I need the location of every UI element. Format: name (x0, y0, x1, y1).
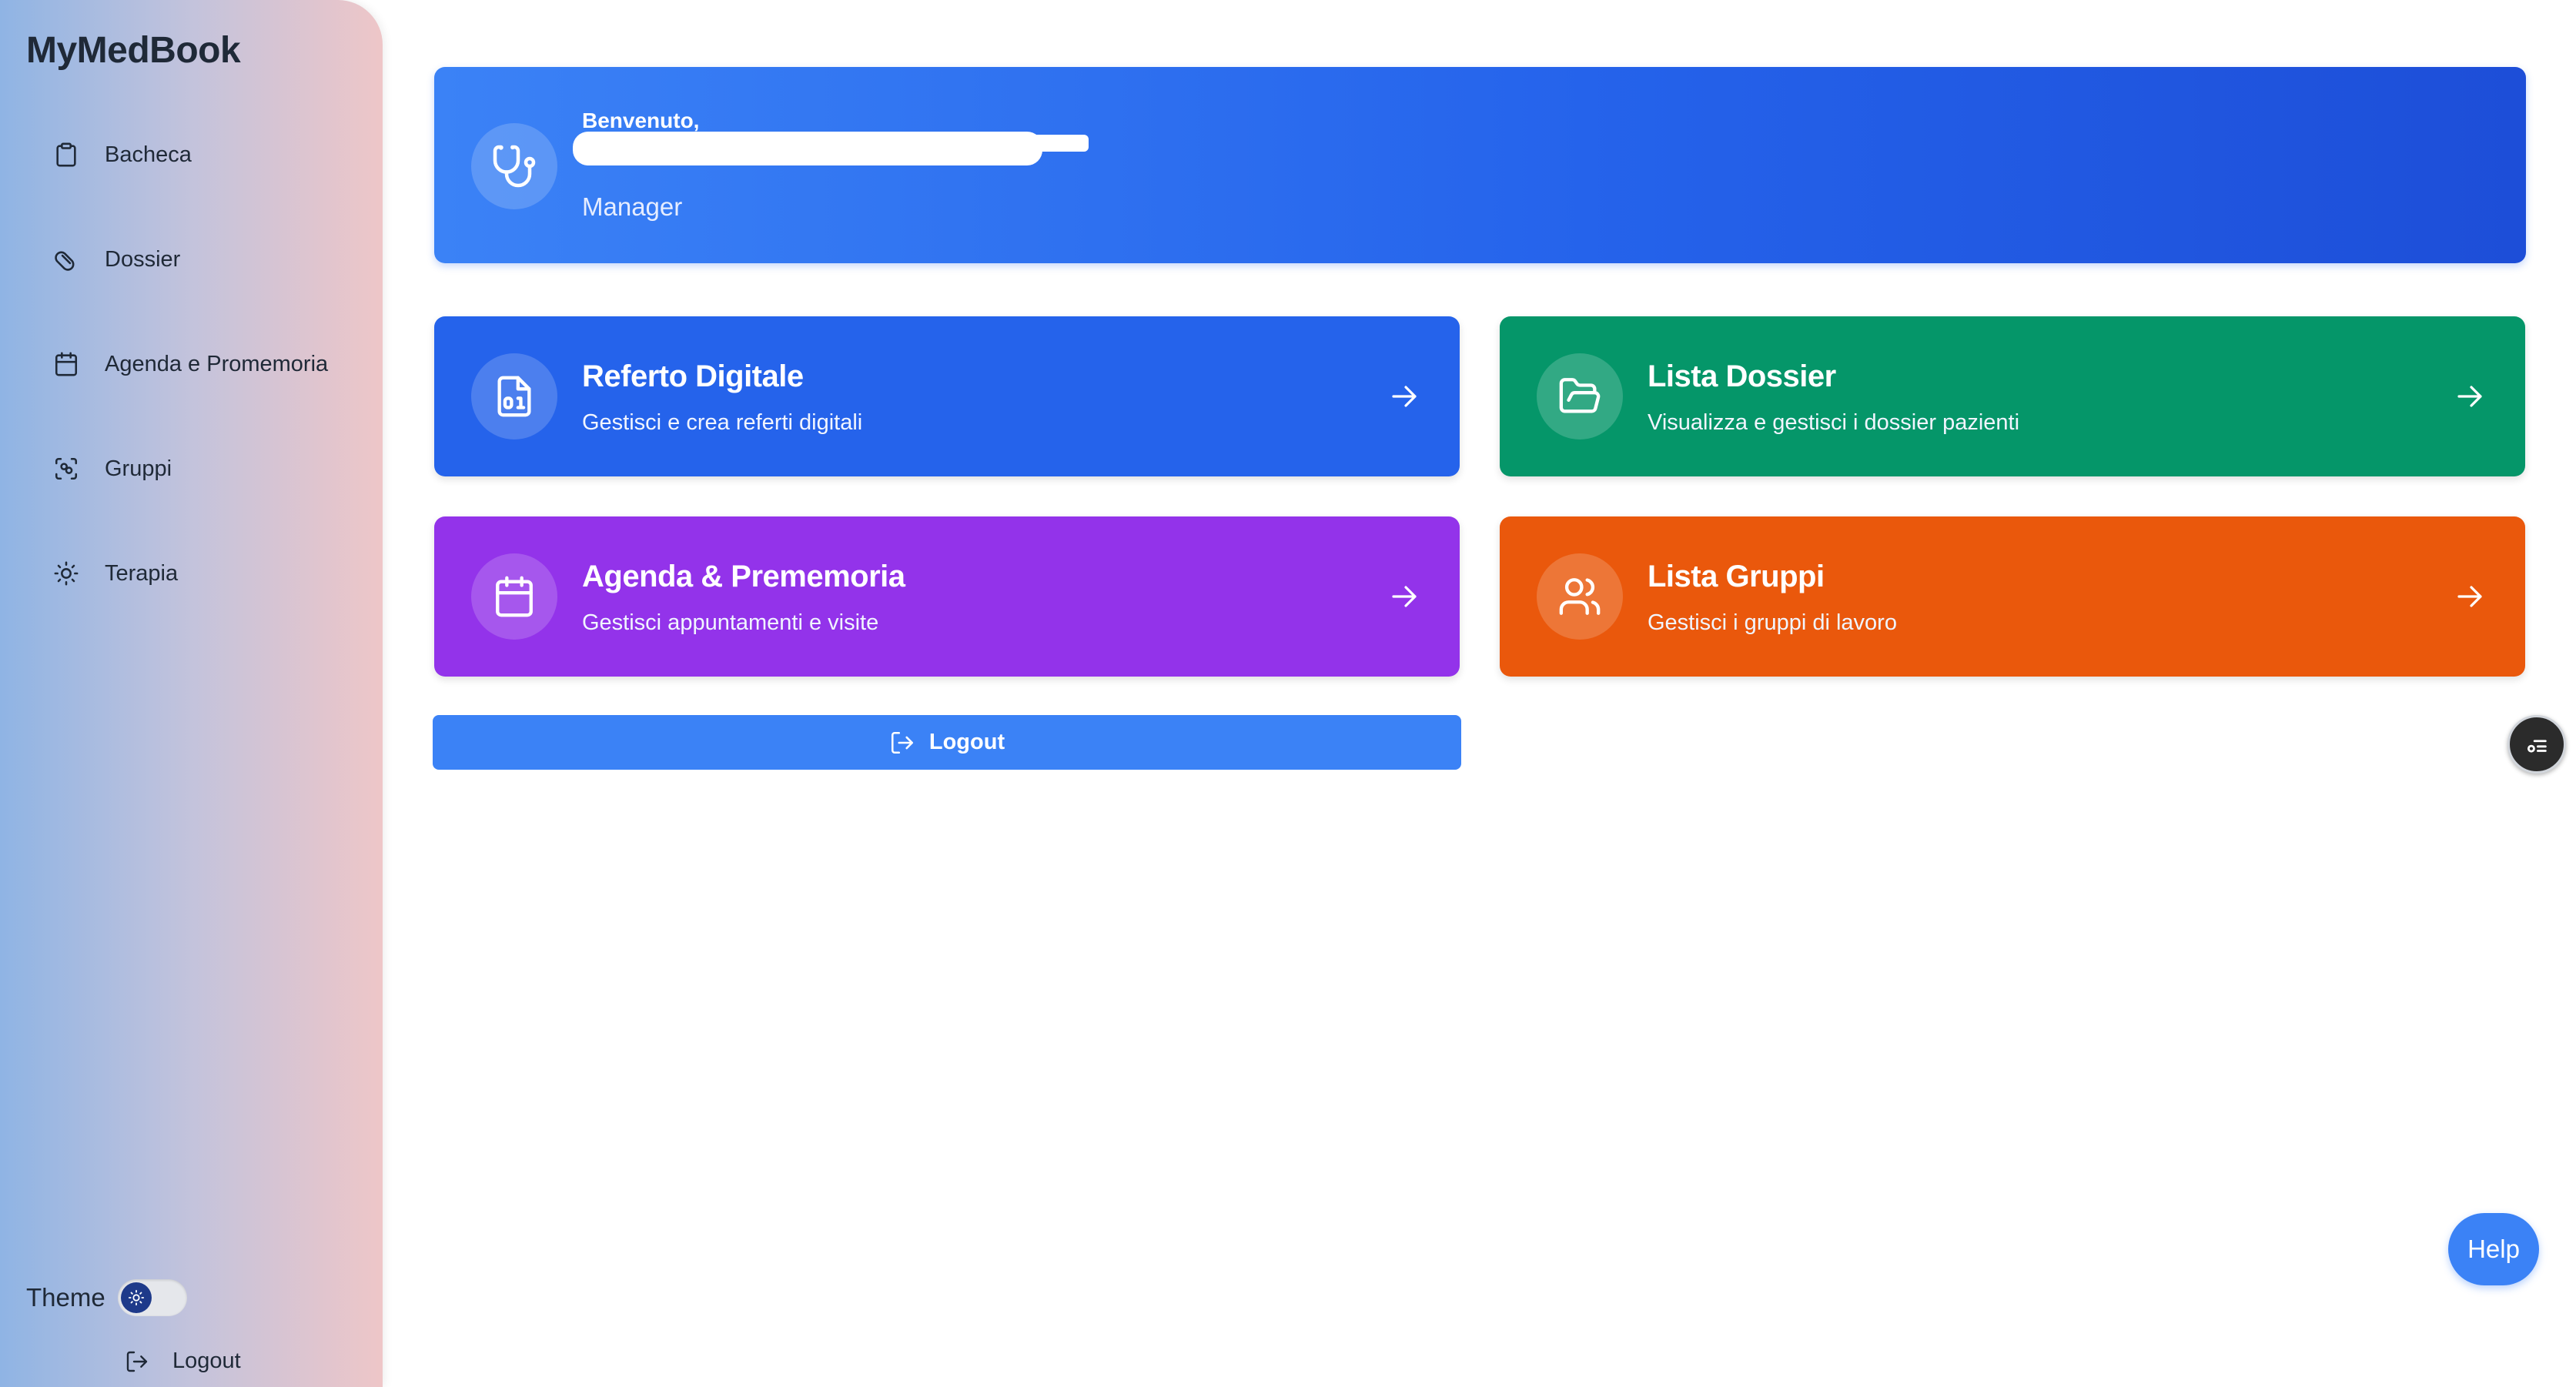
theme-row: Theme (26, 1279, 187, 1316)
toggle-list-icon (2524, 731, 2550, 757)
logout-icon (125, 1349, 149, 1374)
arrow-right-icon (1386, 578, 1423, 615)
toggle-knob (120, 1282, 152, 1313)
users-icon (1557, 574, 1602, 619)
sidebar-item-label: Agenda e Promemoria (105, 351, 329, 376)
logout-button[interactable]: Logout (433, 715, 1461, 770)
theme-toggle[interactable] (117, 1279, 187, 1316)
sidebar: MyMedBook Bacheca Dossier Agenda e Prome… (0, 0, 383, 1387)
logout-button-label: Logout (928, 730, 1005, 754)
card-subtitle: Gestisci e crea referti digitali (582, 410, 863, 435)
file-binary-icon (492, 374, 537, 419)
card-subtitle: Gestisci i gruppi di lavoro (1648, 610, 1897, 635)
sidebar-logout[interactable]: Logout (125, 1349, 241, 1374)
welcome-greeting: Benvenuto, (582, 109, 700, 132)
theme-label: Theme (26, 1283, 105, 1312)
card-title: Agenda & Prememoria (582, 560, 905, 593)
app-brand: MyMedBook (26, 30, 241, 71)
folder-open-icon (1557, 374, 1602, 419)
sidebar-item-bacheca[interactable]: Bacheca (48, 132, 192, 178)
calendar-icon (492, 574, 537, 619)
pill-icon (48, 241, 85, 278)
card-agenda-promemoria[interactable]: Agenda & Prememoria Gestisci appuntament… (434, 516, 1460, 677)
card-icon-circle (1537, 553, 1623, 640)
arrow-right-icon (2451, 378, 2488, 415)
card-icon-circle (471, 353, 557, 439)
floating-settings-button[interactable] (2507, 715, 2566, 774)
card-icon-circle (1537, 353, 1623, 439)
card-referto-digitale[interactable]: Referto Digitale Gestisci e crea referti… (434, 316, 1460, 476)
card-subtitle: Gestisci appuntamenti e visite (582, 610, 879, 635)
sidebar-item-label: Terapia (105, 560, 179, 586)
help-button[interactable]: Help (2448, 1213, 2539, 1285)
sidebar-item-label: Bacheca (105, 142, 192, 167)
sidebar-item-gruppi[interactable]: Gruppi (48, 446, 172, 492)
scan-group-icon (48, 450, 85, 487)
sidebar-item-label: Gruppi (105, 456, 172, 481)
user-role: Manager (582, 192, 683, 221)
sun-icon (128, 1289, 145, 1306)
card-icon-circle (471, 553, 557, 640)
sidebar-item-agenda[interactable]: Agenda e Promemoria (48, 341, 328, 387)
stethoscope-icon (491, 143, 537, 189)
card-lista-gruppi[interactable]: Lista Gruppi Gestisci i gruppi di lavoro (1500, 516, 2525, 677)
sidebar-item-terapia[interactable]: Terapia (48, 550, 178, 597)
card-title: Referto Digitale (582, 359, 804, 393)
arrow-right-icon (1386, 378, 1423, 415)
card-lista-dossier[interactable]: Lista Dossier Visualizza e gestisci i do… (1500, 316, 2525, 476)
clipboard-icon (48, 136, 85, 173)
sidebar-item-label: Dossier (105, 246, 181, 272)
card-title: Lista Gruppi (1648, 560, 1825, 593)
banner-icon-circle (471, 123, 557, 209)
sun-icon (48, 555, 85, 592)
card-title: Lista Dossier (1648, 359, 1836, 393)
arrow-right-icon (2451, 578, 2488, 615)
sidebar-item-dossier[interactable]: Dossier (48, 236, 180, 282)
redacted-name-tail (896, 135, 1089, 152)
logout-icon (889, 730, 915, 756)
sidebar-logout-label: Logout (172, 1349, 241, 1373)
card-subtitle: Visualizza e gestisci i dossier pazienti (1648, 410, 2020, 435)
welcome-banner: Benvenuto, Manager (434, 67, 2526, 263)
calendar-icon (48, 346, 85, 383)
